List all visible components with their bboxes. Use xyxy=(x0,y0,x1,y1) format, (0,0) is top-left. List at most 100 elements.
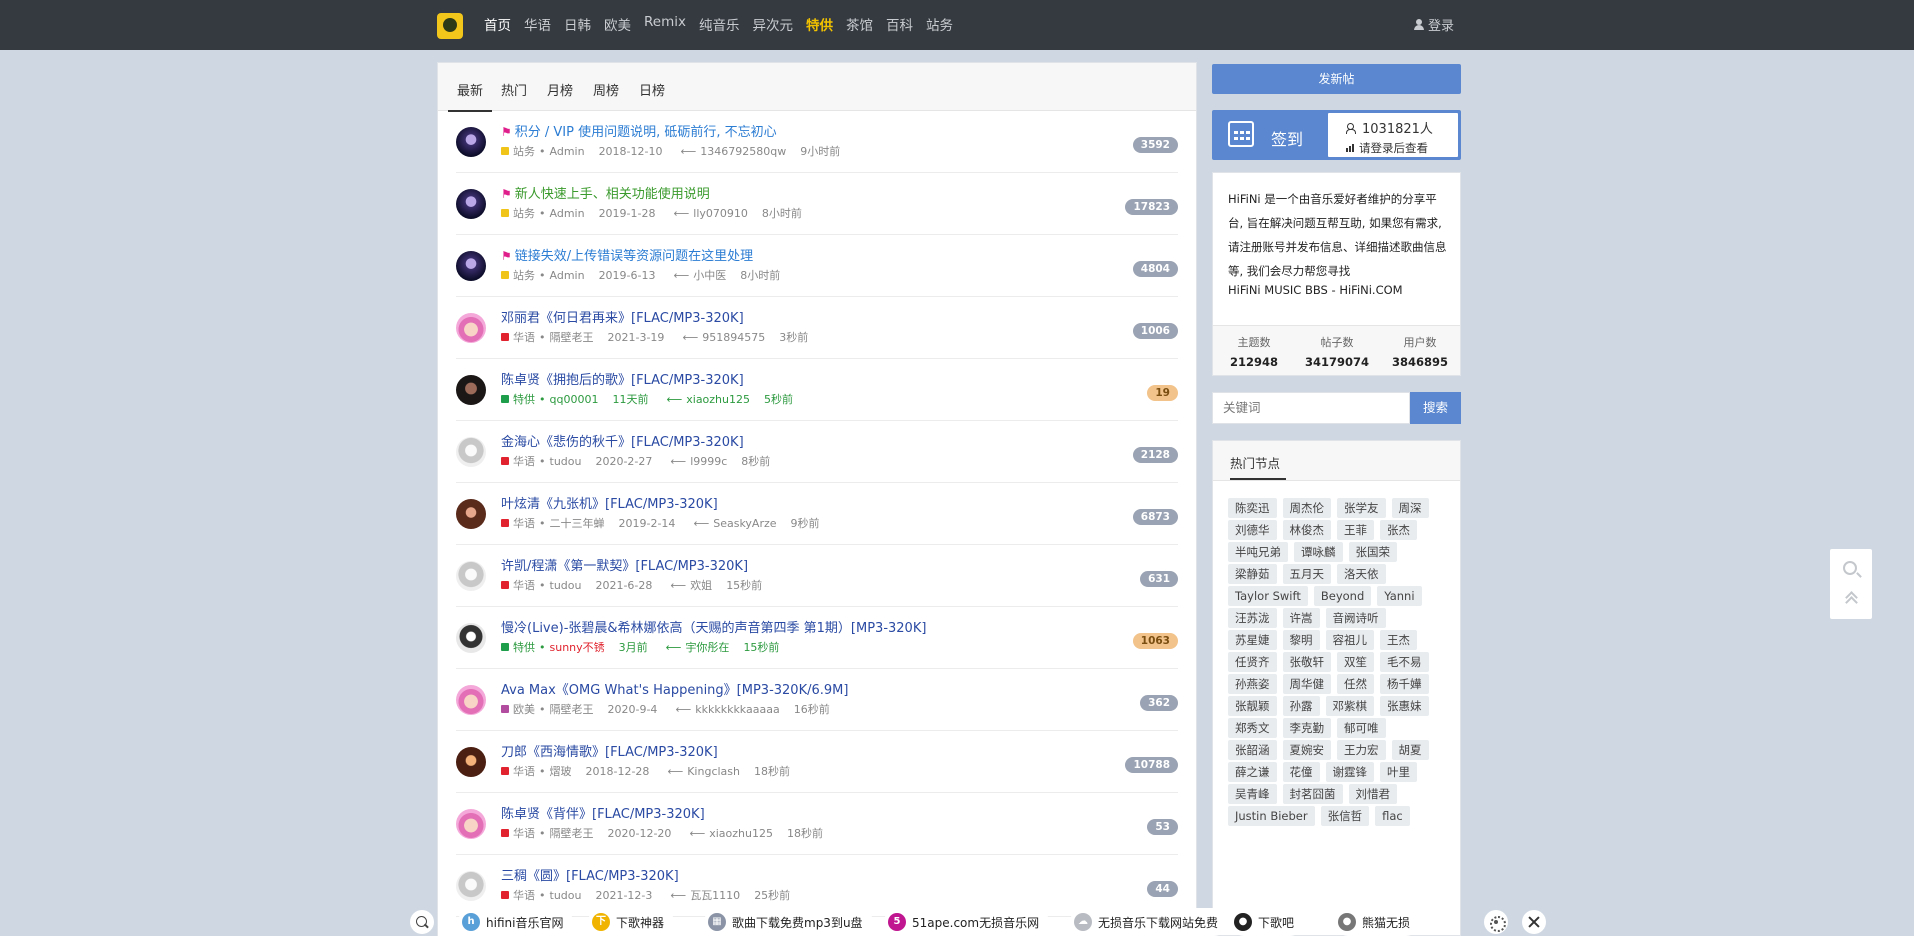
author-name[interactable]: sunny不锈 xyxy=(550,639,605,655)
last-reply-user[interactable]: 小中医 xyxy=(693,267,726,283)
last-reply-user[interactable]: l9999c xyxy=(690,455,727,468)
node-tag[interactable]: 封茗囧菌 xyxy=(1282,784,1343,804)
node-tag[interactable]: 王杰 xyxy=(1380,630,1417,650)
node-tag[interactable]: 夏婉安 xyxy=(1282,740,1331,760)
tab-4[interactable]: 日榜 xyxy=(639,80,665,99)
author-name[interactable]: 隔壁老王 xyxy=(550,825,594,841)
node-tag[interactable]: Yanni xyxy=(1377,586,1422,606)
avatar[interactable] xyxy=(456,747,486,777)
thread-title[interactable]: 慢冷(Live)-张碧晨&希林娜依高（天赐的声音第四季 第1期）[MP3-320… xyxy=(501,617,926,636)
author-name[interactable]: 隔壁老王 xyxy=(550,701,594,717)
node-tag[interactable]: 双笙 xyxy=(1337,652,1374,672)
node-tag[interactable]: 任然 xyxy=(1337,674,1374,694)
thread-title[interactable]: ⚑ 积分 / VIP 使用问题说明, 砥砺前行, 不忘初心 xyxy=(501,121,777,140)
search-icon[interactable] xyxy=(1843,561,1857,575)
node-tag[interactable]: 胡夏 xyxy=(1391,740,1429,760)
node-tag[interactable]: 张杰 xyxy=(1380,520,1417,540)
bookmark-2[interactable]: ▦ 歌曲下载免费mp3到u盘 xyxy=(704,908,873,936)
node-tag[interactable]: 吴青峰 xyxy=(1228,784,1277,804)
node-tag[interactable]: flac xyxy=(1375,806,1410,826)
bookmark-6[interactable]: ● 熊猫无损 xyxy=(1334,908,1421,936)
thread-title[interactable]: Ava Max《OMG What's Happening》[MP3-320K/6… xyxy=(501,679,848,698)
node-tag[interactable]: 汪苏泷 xyxy=(1228,608,1277,628)
node-tag[interactable]: 梁静茹 xyxy=(1228,564,1277,584)
node-tag[interactable]: 郁可唯 xyxy=(1337,718,1386,738)
node-tag[interactable]: 张韶涵 xyxy=(1228,740,1277,760)
avatar[interactable] xyxy=(456,623,486,653)
last-reply-user[interactable]: Kingclash xyxy=(687,765,740,778)
sign-in-box[interactable]: 签到 1031821人 请登录后查看 xyxy=(1212,110,1461,160)
tab-2[interactable]: 月榜 xyxy=(547,80,573,99)
forum-name[interactable]: 华语 xyxy=(513,577,535,593)
forum-name[interactable]: 特供 xyxy=(513,639,535,655)
last-reply-user[interactable]: xiaozhu125 xyxy=(686,393,750,406)
node-tag[interactable]: 王力宏 xyxy=(1337,740,1386,760)
node-tag[interactable]: 苏星婕 xyxy=(1228,630,1277,650)
bookmark-3[interactable]: 5 51ape.com无损音乐网 xyxy=(884,908,1050,936)
last-reply-user[interactable]: kkkkkkkkaaaaa xyxy=(695,703,779,716)
author-name[interactable]: Admin xyxy=(550,269,585,282)
forum-name[interactable]: 华语 xyxy=(513,515,535,531)
search-button[interactable]: 搜索 xyxy=(1410,392,1461,424)
author-name[interactable]: tudou xyxy=(550,455,582,468)
nav-link-10[interactable]: 站务 xyxy=(926,14,953,34)
author-name[interactable]: Admin xyxy=(550,207,585,220)
nav-link-7[interactable]: 特供 xyxy=(806,14,833,34)
forum-name[interactable]: 站务 xyxy=(513,205,535,221)
node-tag[interactable]: 陈奕迅 xyxy=(1228,498,1277,518)
author-name[interactable]: tudou xyxy=(550,889,582,902)
tab-1[interactable]: 热门 xyxy=(501,80,527,99)
last-reply-user[interactable]: SeaskyArze xyxy=(713,517,776,530)
node-tag[interactable]: 周深 xyxy=(1391,498,1429,518)
nav-link-9[interactable]: 百科 xyxy=(886,14,913,34)
node-tag[interactable]: 周华健 xyxy=(1282,674,1331,694)
forum-name[interactable]: 华语 xyxy=(513,453,535,469)
forum-name[interactable]: 特供 xyxy=(513,391,535,407)
node-tag[interactable]: 李克勤 xyxy=(1282,718,1331,738)
last-reply-user[interactable]: xiaozhu125 xyxy=(709,827,773,840)
node-tag[interactable]: 黎明 xyxy=(1282,630,1320,650)
node-tag[interactable]: 郑秀文 xyxy=(1228,718,1277,738)
avatar[interactable] xyxy=(456,871,486,901)
forum-name[interactable]: 华语 xyxy=(513,887,535,903)
node-tag[interactable]: 孙燕姿 xyxy=(1228,674,1277,694)
avatar[interactable] xyxy=(456,375,486,405)
last-reply-user[interactable]: 瓦瓦1110 xyxy=(690,887,740,903)
nav-link-5[interactable]: 纯音乐 xyxy=(699,14,740,34)
thread-title[interactable]: 叶炫清《九张机》[FLAC/MP3-320K] xyxy=(501,493,718,512)
forum-name[interactable]: 站务 xyxy=(513,143,535,159)
thread-title[interactable]: ⚑ 新人快速上手、相关功能使用说明 xyxy=(501,183,710,202)
avatar[interactable] xyxy=(456,561,486,591)
node-tag[interactable]: 洛天依 xyxy=(1337,564,1386,584)
node-tag[interactable]: 刘德华 xyxy=(1228,520,1277,540)
thread-title[interactable]: 三稠《圆》[FLAC/MP3-320K] xyxy=(501,865,679,884)
bookmark-4[interactable]: ☁ 无损音乐下载网站免费 xyxy=(1070,908,1229,936)
forum-name[interactable]: 华语 xyxy=(513,329,535,345)
nav-link-8[interactable]: 茶馆 xyxy=(846,14,873,34)
node-tag[interactable]: 张学友 xyxy=(1337,498,1386,518)
bookmark-5[interactable]: ● 下歌吧 xyxy=(1230,908,1305,936)
node-tag[interactable]: 谭咏麟 xyxy=(1294,542,1343,562)
node-tag[interactable]: 林俊杰 xyxy=(1282,520,1331,540)
last-reply-user[interactable]: 欢姐 xyxy=(690,577,712,593)
node-tag[interactable]: 张国荣 xyxy=(1348,542,1397,562)
node-tag[interactable]: 毛不易 xyxy=(1380,652,1429,672)
nav-link-0[interactable]: 首页 xyxy=(484,14,511,34)
author-name[interactable]: 隔壁老王 xyxy=(550,329,594,345)
node-tag[interactable]: 半吨兄弟 xyxy=(1228,542,1288,562)
thread-title[interactable]: 刀郎《西海情歌》[FLAC/MP3-320K] xyxy=(501,741,718,760)
bookmark-0[interactable]: h hifini音乐官网 xyxy=(458,908,574,936)
node-tag[interactable]: 孙露 xyxy=(1282,696,1320,716)
nav-link-4[interactable]: Remix xyxy=(644,14,686,34)
author-name[interactable]: qq00001 xyxy=(550,393,599,406)
author-name[interactable]: tudou xyxy=(550,579,582,592)
search-input[interactable] xyxy=(1212,392,1410,424)
author-name[interactable]: Admin xyxy=(550,145,585,158)
author-name[interactable]: 熠玻 xyxy=(550,763,572,779)
nav-link-3[interactable]: 欧美 xyxy=(604,14,631,34)
node-tag[interactable]: 刘惜君 xyxy=(1348,784,1397,804)
bookmark-search-icon[interactable] xyxy=(410,910,434,934)
login-link[interactable]: 登录 xyxy=(1414,15,1454,34)
node-tag[interactable]: 音阙诗听 xyxy=(1325,608,1386,628)
avatar[interactable] xyxy=(456,313,486,343)
